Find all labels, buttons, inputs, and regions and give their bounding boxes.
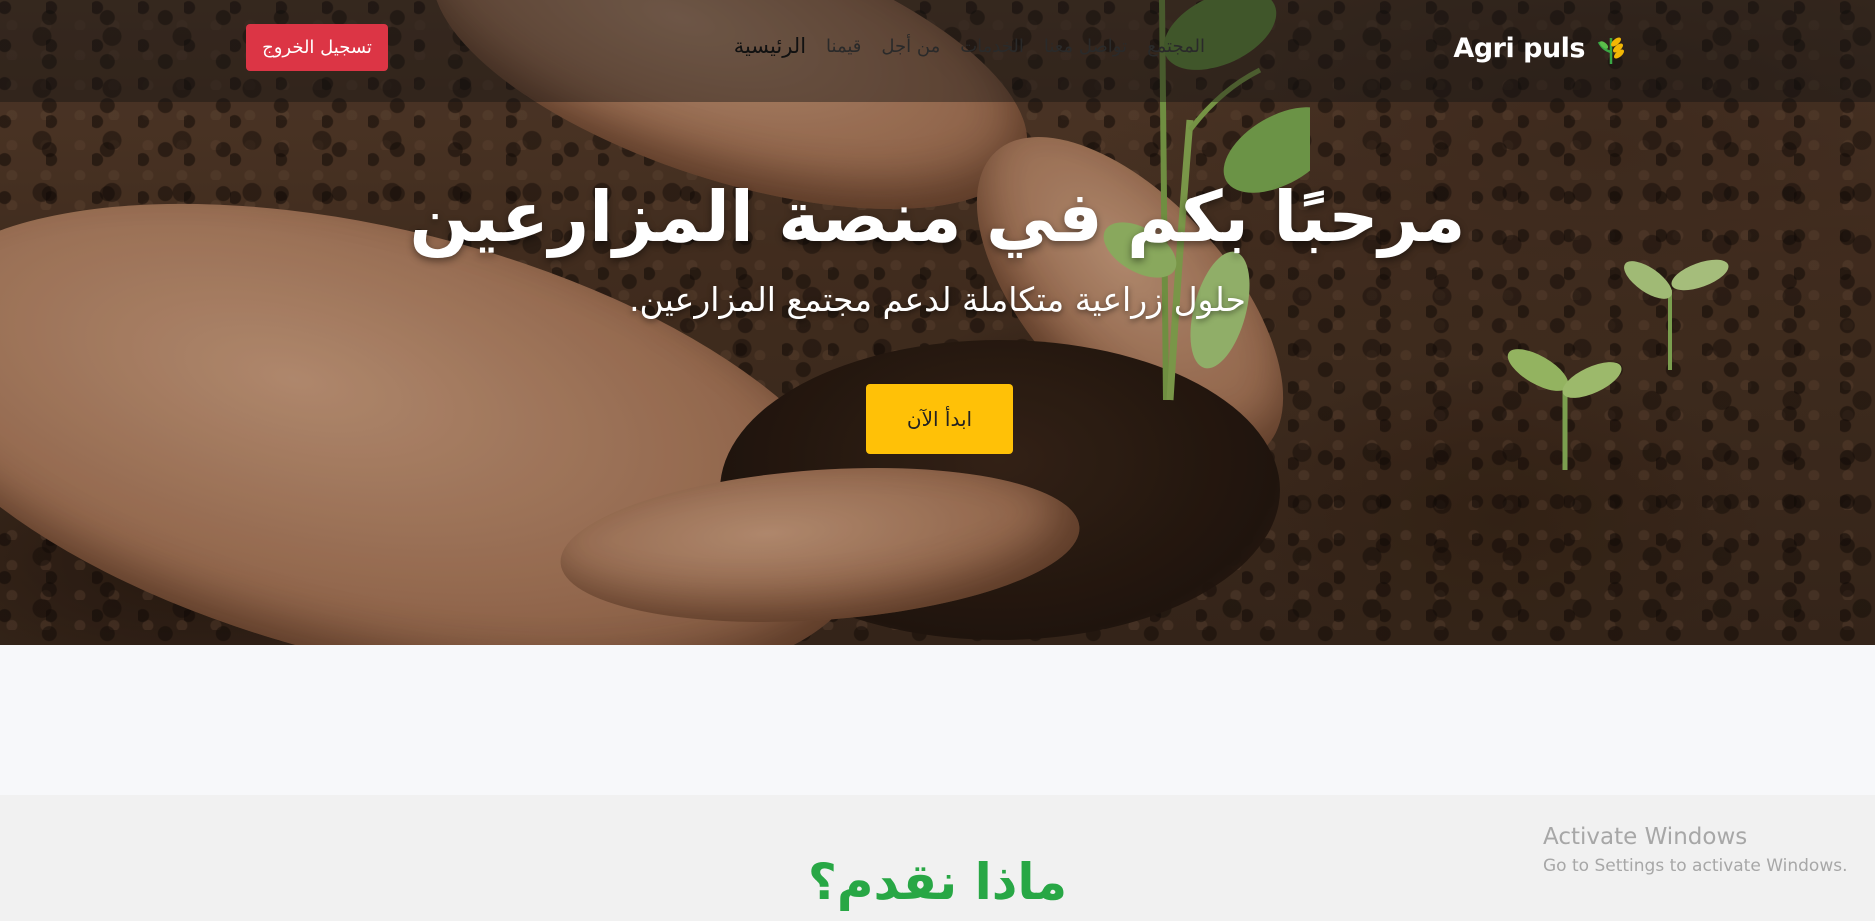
hero-title: مرحبًا بكم في منصة المزارعين: [409, 176, 1466, 258]
nav-links: الرئيسية قيمنا من أجل الخدمات تواصل معنا…: [678, 34, 1205, 58]
logout-button[interactable]: تسجيل الخروج: [246, 24, 388, 71]
brand-logo-link[interactable]: Agri puls: [1453, 28, 1629, 68]
nav-link-why[interactable]: من أجل: [881, 36, 940, 57]
hero-subtitle: حلول زراعية متكاملة لدعم مجتمع المزارعين…: [629, 280, 1246, 319]
wheat-icon: [1597, 37, 1624, 64]
watermark-subtitle: Go to Settings to activate Windows.: [1543, 856, 1848, 876]
brand-name: Agri puls: [1453, 32, 1585, 64]
nav-link-home[interactable]: الرئيسية: [734, 34, 806, 58]
nav-link-community[interactable]: المجتمع: [1147, 36, 1205, 57]
top-navbar: Agri puls الرئيسية قيمنا من أجل الخدمات …: [0, 0, 1875, 102]
nav-link-values[interactable]: قيمنا: [826, 36, 861, 57]
windows-activation-watermark: Activate Windows Go to Settings to activ…: [1543, 824, 1848, 876]
nav-link-contact[interactable]: تواصل معنا: [1044, 36, 1127, 57]
get-started-button[interactable]: ابدأ الآن: [866, 384, 1013, 454]
watermark-title: Activate Windows: [1543, 824, 1748, 850]
nav-link-services[interactable]: الخدمات: [960, 36, 1024, 57]
spacer-section: [0, 645, 1875, 795]
